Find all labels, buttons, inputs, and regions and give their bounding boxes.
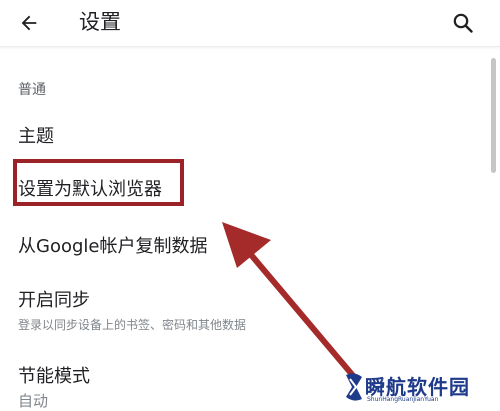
settings-item-label: 设置为默认浏览器: [18, 179, 162, 200]
scrollbar[interactable]: [491, 58, 496, 173]
settings-item-label: 主题: [18, 126, 54, 147]
settings-item-power-saving[interactable]: 节能模式 自动: [0, 350, 486, 411]
arrow-left-icon: [21, 15, 37, 31]
settings-item-label: 从Google帐户复制数据: [18, 236, 208, 257]
page-title: 设置: [79, 10, 121, 34]
settings-item-default-browser[interactable]: 设置为默认浏览器: [0, 160, 486, 206]
search-icon: [453, 13, 473, 33]
settings-item-theme[interactable]: 主题: [0, 110, 486, 156]
app-header: 设置: [0, 0, 500, 47]
settings-item-label: 节能模式: [18, 366, 90, 387]
search-button[interactable]: [446, 6, 480, 40]
settings-item-value: 自动: [18, 392, 49, 410]
back-button[interactable]: [12, 6, 46, 40]
settings-item-label: 开启同步: [18, 290, 90, 311]
settings-item-copy-google-data[interactable]: 从Google帐户复制数据: [0, 220, 486, 266]
section-header-general: 普通: [18, 82, 46, 98]
settings-item-description: 登录以同步设备上的书签、密码和其他数据: [18, 318, 247, 332]
settings-item-sync[interactable]: 开启同步 登录以同步设备上的书签、密码和其他数据: [0, 280, 486, 336]
